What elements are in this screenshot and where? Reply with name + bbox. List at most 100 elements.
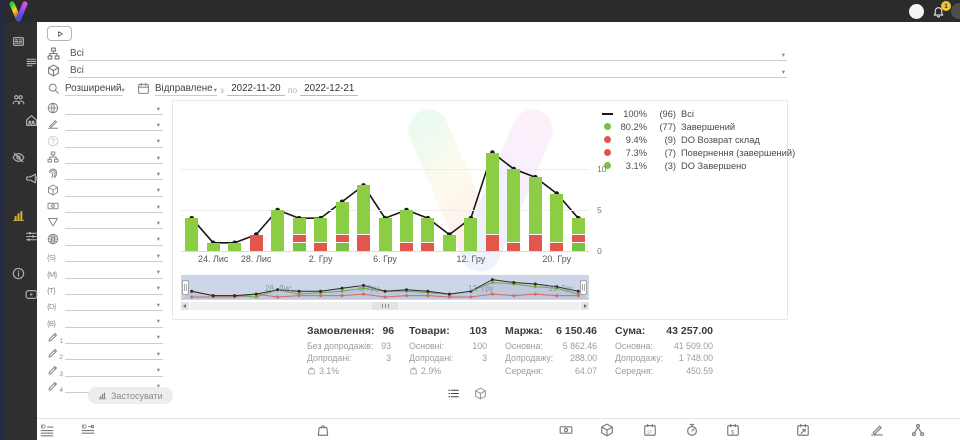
scrollbar-track[interactable] — [190, 302, 580, 310]
chevron-down-icon: ▾ — [157, 368, 160, 375]
avatar-partial[interactable] — [951, 3, 960, 19]
chart-scrollbar[interactable] — [181, 302, 589, 310]
toolbar-network-icon[interactable] — [911, 423, 925, 437]
topbar: 1 — [0, 0, 960, 22]
legend-text: (77) — [652, 122, 676, 132]
legend-item[interactable]: 3.1%(3)DO Завершено — [601, 159, 795, 172]
banknote-icon — [47, 200, 59, 212]
apply-button[interactable]: Застосувати — [88, 387, 173, 404]
filter-select-10[interactable]: ▾ — [65, 249, 163, 262]
date-to-input[interactable]: 2022-12-21 — [300, 83, 358, 96]
svg-text:ID: ID — [82, 424, 87, 430]
filter-row: {T}▾ — [47, 281, 163, 295]
gridline — [181, 210, 589, 211]
bar-segment — [293, 218, 306, 233]
navigator-handle-left[interactable] — [182, 280, 189, 295]
toolbar-box-icon[interactable] — [600, 423, 614, 437]
sidebar-item-home-group[interactable] — [25, 114, 38, 127]
chart-navigator[interactable]: 28. Лис6. Гру12. Гру19. Гру — [181, 275, 589, 300]
stat-column: Сума:43 257.00Основна:41 509.00Допродажу… — [615, 325, 713, 377]
filter-select-8[interactable]: ▾ — [65, 216, 163, 229]
date-from-input[interactable]: 2022-11-20 — [227, 83, 285, 96]
legend-item[interactable]: 9.4%(9)DO Возврат склад — [601, 133, 795, 146]
bar-segment — [228, 243, 241, 251]
date-field-select[interactable]: Відправлене ▾ — [155, 83, 217, 96]
chart-legend: 100%(96)Всі80.2%(77)Завершений9.4%(9)DO … — [601, 107, 795, 172]
sidebar-item-feed[interactable] — [25, 56, 38, 69]
filter-select-14[interactable]: ▾ — [65, 315, 163, 328]
product-select[interactable]: Всі ▾ — [68, 63, 787, 78]
bar-segment — [400, 210, 413, 242]
stat-row: Основна:5 862.46 — [505, 340, 597, 352]
toolbar-bag-icon[interactable] — [316, 423, 330, 437]
toolbar-id-o-icon[interactable]: ID — [81, 423, 95, 437]
filter-select-16[interactable]: ▾ — [65, 347, 163, 360]
stat-title: Сума:43 257.00 — [615, 325, 713, 337]
sidebar-item-video[interactable] — [25, 288, 38, 301]
y-axis-label: 5 — [597, 205, 602, 215]
app-logo-icon[interactable] — [7, 1, 30, 21]
filter-select-2[interactable]: ▾ — [65, 118, 163, 131]
filter-select-11[interactable]: ▾ — [65, 266, 163, 279]
sidebar-item-banner[interactable] — [12, 35, 25, 48]
filter-braces-icon: {B} — [47, 319, 59, 328]
filter-select-15[interactable]: ▾ — [65, 331, 163, 344]
filter-select-17[interactable]: ▾ — [65, 364, 163, 377]
scrollbar-grip[interactable] — [372, 302, 398, 310]
view-toggle-list[interactable] — [447, 387, 460, 400]
sidebar-item-sliders[interactable] — [25, 230, 38, 243]
scroll-left-button[interactable] — [181, 302, 189, 310]
date-to-label: по — [288, 85, 297, 95]
sidebar-item-users[interactable] — [12, 93, 25, 106]
stat-column: Маржа:6 150.46Основна:5 862.46Допродажу:… — [505, 325, 597, 377]
pen-icon — [47, 118, 59, 130]
play-chip-button[interactable] — [47, 26, 72, 41]
filter-select-3[interactable]: ▾ — [65, 135, 163, 148]
sidebar-item-eye-off[interactable] — [12, 151, 25, 164]
search-row: Розширений ▾ Відправлене ▾ з 2022-11-20 … — [47, 80, 358, 96]
stat-row: Середня:64.07 — [505, 365, 597, 377]
filter-select-6[interactable]: ▾ — [65, 184, 163, 197]
filter-select-7[interactable]: ▾ — [65, 200, 163, 213]
gridline — [181, 169, 589, 170]
chart-card: 100%(96)Всі80.2%(77)Завершений9.4%(9)DO … — [172, 100, 788, 320]
legend-text: 100% — [617, 109, 647, 119]
view-toggle-box[interactable] — [474, 387, 487, 400]
search-mode-select[interactable]: Розширений ▾ — [65, 83, 123, 96]
toolbar-banknote-icon[interactable] — [559, 423, 573, 437]
toolbar-calendar-17-icon[interactable]: 17 — [643, 423, 657, 437]
filter-select-1[interactable]: ▾ — [65, 102, 163, 115]
sidebar-item-info[interactable] — [12, 267, 25, 280]
toolbar-stopwatch-icon[interactable] — [685, 423, 699, 437]
pencil-icon: 1 — [47, 331, 59, 343]
bar-segment — [486, 153, 499, 234]
x-axis-label: 28. Лис — [241, 254, 271, 264]
x-axis-label: 24. Лис — [198, 254, 228, 264]
filter-select-5[interactable]: ▾ — [65, 167, 163, 180]
group-select[interactable]: Всі ▾ — [68, 46, 787, 61]
bar-segment — [336, 243, 349, 251]
navigator-handle-right[interactable] — [580, 280, 587, 295]
legend-item[interactable]: 100%(96)Всі — [601, 107, 795, 120]
sidebar-item-bar-chart[interactable] — [12, 209, 25, 222]
filter-row: ▾ — [47, 150, 163, 164]
toolbar-calendar-arrow-icon[interactable] — [796, 423, 810, 437]
filter-select-12[interactable]: ▾ — [65, 282, 163, 295]
search-mode-value: Розширений — [65, 83, 122, 94]
toolbar-pen-icon[interactable] — [870, 423, 884, 437]
group-select-row: Всі ▾ — [47, 46, 787, 61]
filter-select-13[interactable]: ▾ — [65, 298, 163, 311]
filter-row: {S}▾ — [47, 248, 163, 262]
bar-segment — [357, 185, 370, 233]
toolbar-id-list-icon[interactable]: ID — [40, 423, 54, 437]
legend-item[interactable]: 80.2%(77)Завершений — [601, 120, 795, 133]
filter-select-4[interactable]: ▾ — [65, 151, 163, 164]
sidebar-item-megaphone[interactable] — [25, 172, 38, 185]
stat-upsell-badge: 2.9% — [409, 365, 487, 377]
scroll-right-button[interactable] — [581, 302, 589, 310]
toolbar-calendar-dollar-icon[interactable]: $ — [726, 423, 740, 437]
filter-select-9[interactable]: ▾ — [65, 233, 163, 246]
search-icon — [47, 82, 60, 95]
avatar[interactable] — [909, 4, 924, 19]
legend-item[interactable]: 7.3%(7)Повернення (завершений) — [601, 146, 795, 159]
